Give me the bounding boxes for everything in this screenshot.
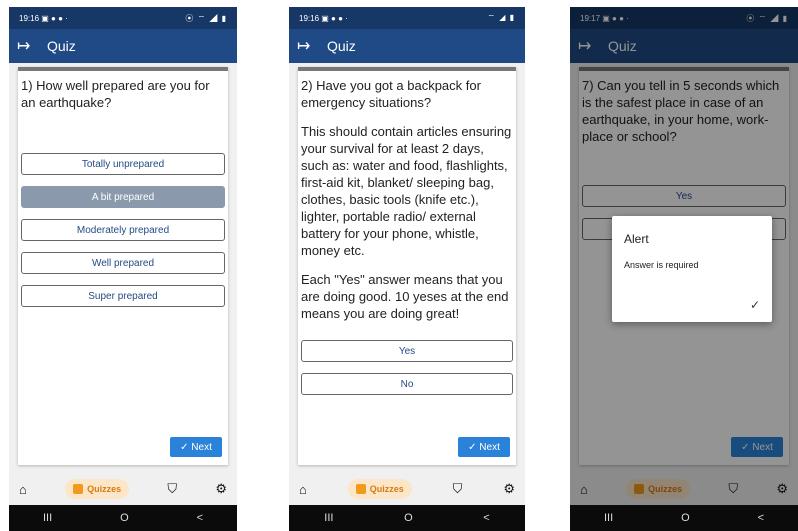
logout-icon[interactable]: ↦ <box>297 36 319 56</box>
back-button[interactable]: < <box>758 512 764 524</box>
status-icons: ⌔ ◢ ▮ <box>487 13 515 22</box>
question-text: 2) Have you got a backpack for emergency… <box>301 78 481 110</box>
alert-ok-button[interactable]: ✓ <box>750 298 760 312</box>
home-button[interactable]: O <box>120 512 129 524</box>
phone-screen-2: 19:16 ▣ ● ● · ⌔ ◢ ▮ ↦ Quiz 2) Have you g… <box>289 7 525 531</box>
answer-options: Yes No <box>301 340 513 406</box>
next-button[interactable]: ✓ Next <box>458 437 510 457</box>
tab-quizzes[interactable]: Quizzes <box>347 479 412 499</box>
option-button[interactable]: Well prepared <box>21 252 225 274</box>
option-button[interactable]: Moderately prepared <box>21 219 225 241</box>
option-button[interactable]: Super prepared <box>21 285 225 307</box>
page-title: Quiz <box>327 38 356 54</box>
answer-options: Totally unprepared A bit prepared Modera… <box>21 153 225 318</box>
tab-quizzes-label: Quizzes <box>87 484 122 494</box>
option-button[interactable]: Totally unprepared <box>21 153 225 175</box>
option-no-button[interactable]: No <box>301 373 513 395</box>
status-icons: ⦿ ⌔ ◢ ▮ <box>185 13 227 23</box>
question-description: This should contain articles ensuring yo… <box>301 124 512 258</box>
page-title: Quiz <box>47 38 76 54</box>
home-button[interactable]: O <box>681 512 690 524</box>
book-icon <box>73 484 84 494</box>
alert-dialog: Alert Answer is required ✓ <box>612 216 772 322</box>
back-button[interactable]: < <box>483 512 489 524</box>
status-time: 19:16 ▣ ● ● · <box>299 13 348 23</box>
shield-icon[interactable]: ⛉ <box>167 481 177 497</box>
question-card: 1) How well prepared are you for an eart… <box>18 67 228 465</box>
home-icon[interactable]: ⌂ <box>299 482 307 497</box>
option-yes-button[interactable]: Yes <box>301 340 513 362</box>
gear-icon[interactable]: ⚙ <box>215 481 227 497</box>
phone-screen-3: 19:17 ▣ ● ● · ⦿ ⌔ ◢ ▮ ↦ Quiz 7) Can you … <box>570 7 798 531</box>
alert-message: Answer is required <box>624 260 699 270</box>
bottom-nav: ⌂ Quizzes ⛉ ⚙ <box>289 473 525 505</box>
book-icon <box>355 484 366 494</box>
option-button-selected[interactable]: A bit prepared <box>21 186 225 208</box>
logout-icon[interactable]: ↦ <box>17 36 39 56</box>
alert-title: Alert <box>624 232 649 246</box>
home-button[interactable]: O <box>404 512 413 524</box>
shield-icon[interactable]: ⛉ <box>453 481 463 497</box>
recent-apps-button[interactable]: III <box>604 512 613 524</box>
question-card: 2) Have you got a backpack for emergency… <box>298 67 516 465</box>
system-nav-bar: III O < <box>9 505 237 531</box>
question-text: 1) How well prepared are you for an eart… <box>21 78 210 110</box>
recent-apps-button[interactable]: III <box>324 512 333 524</box>
status-time: 19:16 ▣ ● ● · <box>19 13 68 23</box>
app-bar: ↦ Quiz <box>9 29 237 63</box>
question-note: Each "Yes" answer means that you are doi… <box>301 272 509 321</box>
gear-icon[interactable]: ⚙ <box>503 481 515 497</box>
tab-quizzes[interactable]: Quizzes <box>65 479 130 499</box>
back-button[interactable]: < <box>197 512 203 524</box>
system-nav-bar: III O < <box>570 505 798 531</box>
tab-quizzes-label: Quizzes <box>369 484 404 494</box>
status-bar: 19:16 ▣ ● ● · ⦿ ⌔ ◢ ▮ <box>9 7 237 29</box>
app-bar: ↦ Quiz <box>289 29 525 63</box>
recent-apps-button[interactable]: III <box>43 512 52 524</box>
system-nav-bar: III O < <box>289 505 525 531</box>
status-bar: 19:16 ▣ ● ● · ⌔ ◢ ▮ <box>289 7 525 29</box>
bottom-nav: ⌂ Quizzes ⛉ ⚙ <box>9 473 237 505</box>
home-icon[interactable]: ⌂ <box>19 482 27 497</box>
next-button[interactable]: ✓ Next <box>170 437 222 457</box>
phone-screen-1: 19:16 ▣ ● ● · ⦿ ⌔ ◢ ▮ ↦ Quiz 1) How well… <box>9 7 237 531</box>
